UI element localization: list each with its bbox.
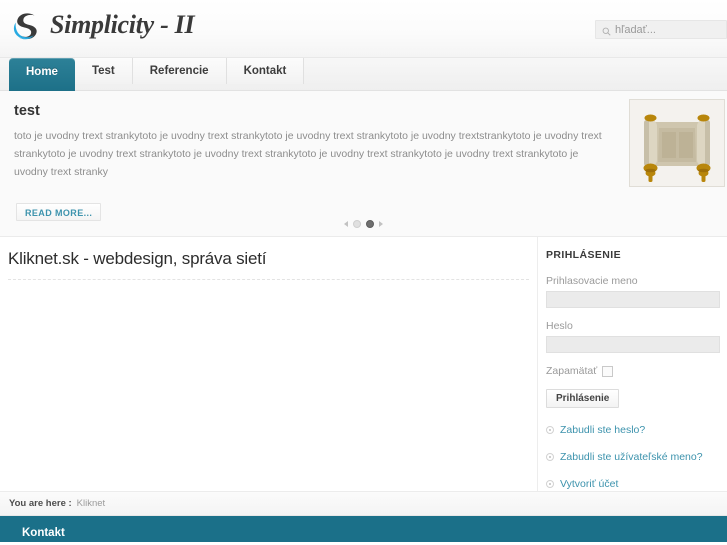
login-submit-button[interactable]: Prihlásenie [546, 389, 620, 408]
bullet-icon [546, 480, 554, 488]
remember-me-row: Zapamätať [546, 365, 727, 377]
remember-me-checkbox[interactable] [602, 365, 614, 377]
password-label: Heslo [546, 320, 573, 332]
nav-item-kontakt[interactable]: Kontakt [226, 58, 305, 84]
breadcrumb: You are here : Kliknet [0, 491, 727, 516]
forgot-username-link[interactable]: Zabudli ste užívateľské meno? [560, 451, 703, 463]
site-logo[interactable]: Simplicity - II [8, 8, 195, 44]
page-title: Kliknet.sk - webdesign, správa sietí [8, 249, 267, 268]
main-navigation: Home Test Referencie Kontakt [0, 58, 727, 91]
nav-item-home[interactable]: Home [9, 58, 75, 91]
content-area: Kliknet.sk - webdesign, správa sietí PRI… [0, 237, 727, 491]
featured-slider: test toto je uvodny trext strankytoto je… [0, 91, 727, 237]
list-item: Vytvoriť účet [546, 478, 727, 490]
breadcrumb-item-kliknet[interactable]: Kliknet [77, 498, 106, 509]
breadcrumb-label: You are here : [9, 498, 72, 509]
bullet-icon [546, 453, 554, 461]
main-column: Kliknet.sk - webdesign, správa sietí [0, 237, 538, 491]
footer-title: Kontakt [22, 527, 65, 539]
site-logo-text: Simplicity - II [50, 9, 195, 39]
bullet-icon [546, 426, 554, 434]
list-item: Zabudli ste užívateľské meno? [546, 451, 727, 463]
slider-pagination [0, 220, 727, 228]
login-module-title: PRIHLÁSENIE [546, 249, 621, 261]
chevron-left-icon[interactable] [344, 221, 348, 227]
list-item: Zabudli ste heslo? [546, 424, 727, 436]
slider-dot-1[interactable] [353, 220, 361, 228]
create-account-link[interactable]: Vytvoriť účet [560, 478, 618, 490]
nav-item-test[interactable]: Test [74, 58, 133, 84]
title-divider [8, 279, 529, 280]
swirl-s-logo-icon [8, 8, 44, 44]
site-footer: Kontakt [0, 516, 727, 542]
slide-title: test [14, 103, 40, 119]
site-header: Simplicity - II [0, 0, 727, 58]
chevron-right-icon[interactable] [379, 221, 383, 227]
login-module: PRIHLÁSENIE Prihlasovacie meno Heslo Zap… [538, 237, 727, 491]
login-help-links: Zabudli ste heslo? Zabudli ste užívateľs… [546, 424, 727, 490]
username-input[interactable] [546, 291, 720, 308]
search-icon [602, 25, 611, 36]
remember-me-label: Zapamätať [546, 365, 598, 377]
forgot-password-link[interactable]: Zabudli ste heslo? [560, 424, 645, 436]
slide-body-text: toto je uvodny trext strankytoto je uvod… [14, 130, 602, 178]
search-input[interactable] [615, 23, 720, 36]
slide-image [629, 99, 725, 187]
read-more-button[interactable]: READ MORE... [16, 203, 102, 221]
search-box[interactable] [595, 20, 727, 39]
nav-item-referencie[interactable]: Referencie [132, 58, 227, 84]
password-input[interactable] [546, 336, 720, 353]
slider-dot-2[interactable] [366, 220, 374, 228]
username-label: Prihlasovacie meno [546, 275, 638, 287]
